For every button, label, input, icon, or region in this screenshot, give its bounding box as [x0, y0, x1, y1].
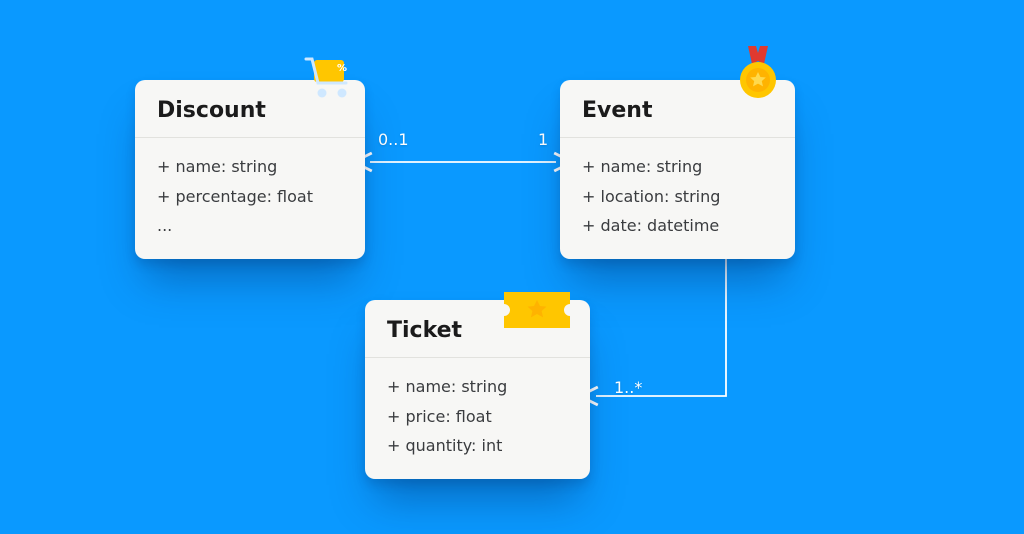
cart-icon: %: [300, 55, 360, 100]
uml-diagram: 0..1 1 1 1..* Discount + name: string + …: [0, 0, 1024, 534]
class-attributes: + name: string + price: float + quantity…: [365, 358, 590, 479]
multiplicity-discount: 0..1: [378, 130, 409, 149]
attribute: + percentage: float: [157, 182, 343, 212]
class-event: Event + name: string + location: string …: [560, 80, 795, 259]
svg-text:%: %: [337, 63, 347, 74]
attribute: + date: datetime: [582, 211, 773, 241]
assoc-ticket-event: [596, 256, 726, 396]
class-attributes: + name: string + location: string + date…: [560, 138, 795, 259]
attribute: + location: string: [582, 182, 773, 212]
multiplicity-event-top: 1: [538, 130, 548, 149]
ticket-icon: [500, 286, 574, 334]
attribute: + name: string: [157, 152, 343, 182]
attribute: + name: string: [582, 152, 773, 182]
class-attributes: + name: string + percentage: float ...: [135, 138, 365, 259]
attribute: + quantity: int: [387, 431, 568, 461]
multiplicity-ticket: 1..*: [614, 378, 642, 397]
attribute: + name: string: [387, 372, 568, 402]
medal-icon: [730, 46, 786, 102]
attribute: ...: [157, 211, 343, 241]
class-discount: Discount + name: string + percentage: fl…: [135, 80, 365, 259]
attribute: + price: float: [387, 402, 568, 432]
